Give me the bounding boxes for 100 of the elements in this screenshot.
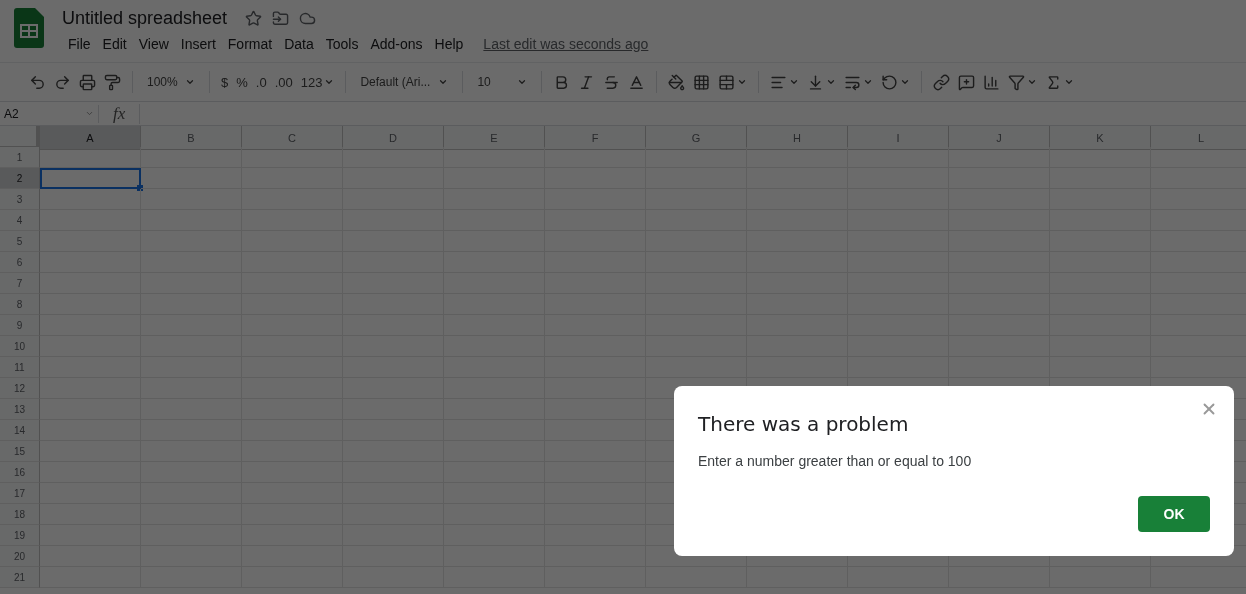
grid-cell[interactable]: [747, 147, 848, 168]
column-header[interactable]: B: [141, 126, 242, 150]
grid-cell[interactable]: [343, 147, 444, 168]
row-header[interactable]: 14: [0, 420, 40, 441]
grid-cell[interactable]: [40, 483, 141, 504]
menu-item[interactable]: Data: [278, 36, 320, 52]
grid-cell[interactable]: [40, 147, 141, 168]
caret-icon: [826, 77, 837, 87]
grid-cell[interactable]: [1050, 147, 1151, 168]
column-header[interactable]: H: [747, 126, 848, 150]
column-header[interactable]: D: [343, 126, 444, 150]
column-header[interactable]: E: [444, 126, 545, 150]
grid-cell[interactable]: [40, 315, 141, 336]
grid-cell[interactable]: [40, 462, 141, 483]
caret-icon: [863, 77, 874, 87]
grid-cell[interactable]: [848, 147, 949, 168]
row-header[interactable]: 13: [0, 399, 40, 420]
grid-cell[interactable]: [40, 546, 141, 567]
more-formats-button[interactable]: 123: [297, 69, 338, 95]
rotate-text-icon: [881, 73, 899, 91]
row-header[interactable]: 3: [0, 189, 40, 210]
caret-icon: [737, 77, 748, 87]
caret-icon: [438, 77, 449, 87]
percent-button[interactable]: %: [233, 69, 251, 95]
row-header[interactable]: 21: [0, 567, 40, 588]
column-header[interactable]: J: [949, 126, 1050, 150]
column-header[interactable]: C: [242, 126, 343, 150]
grid-cell[interactable]: [40, 378, 141, 399]
row-header[interactable]: 17: [0, 483, 40, 504]
row-header[interactable]: 19: [0, 525, 40, 546]
grid-cell[interactable]: [40, 441, 141, 462]
grid-cell[interactable]: [40, 504, 141, 525]
decrease-decimals-button[interactable]: .0: [252, 69, 270, 95]
ok-button[interactable]: OK: [1138, 496, 1210, 532]
column-header[interactable]: G: [646, 126, 747, 150]
grid-cell[interactable]: [141, 147, 242, 168]
grid-cell[interactable]: [40, 336, 141, 357]
grid-cell[interactable]: [40, 357, 141, 378]
row-header[interactable]: 11: [0, 357, 40, 378]
fx-label: fx: [99, 103, 141, 124]
star-icon[interactable]: [245, 10, 263, 27]
caret-icon: [900, 77, 911, 87]
grid-cell[interactable]: [40, 567, 141, 588]
name-box[interactable]: A2: [0, 104, 99, 123]
column-header[interactable]: A: [40, 126, 141, 150]
last-edit-link[interactable]: Last edit was seconds ago: [483, 36, 649, 52]
grid-cell[interactable]: [40, 231, 141, 252]
grid-cell[interactable]: [242, 147, 343, 168]
row-header[interactable]: 2: [0, 168, 40, 189]
row-header[interactable]: 20: [0, 546, 40, 567]
grid-cell[interactable]: [141, 189, 242, 210]
row-header[interactable]: 10: [0, 336, 40, 357]
fill-handle[interactable]: [137, 185, 143, 191]
row-header[interactable]: 1: [0, 147, 40, 168]
row-header[interactable]: 8: [0, 294, 40, 315]
dialog-message: Enter a number greater than or equal to 100: [698, 453, 973, 469]
folder-icon[interactable]: [272, 10, 290, 27]
grid-cell[interactable]: [40, 525, 141, 546]
row-header[interactable]: 4: [0, 210, 40, 231]
grid-cell[interactable]: [40, 168, 141, 189]
grid-cell[interactable]: [40, 189, 141, 210]
grid-cell[interactable]: [40, 252, 141, 273]
grid-cell[interactable]: [949, 147, 1050, 168]
menu-item[interactable]: View: [132, 36, 175, 52]
dialog-title: There was a problem: [698, 412, 910, 436]
menu-item[interactable]: Edit: [96, 36, 133, 52]
row-header[interactable]: 18: [0, 504, 40, 525]
currency-button[interactable]: $: [218, 69, 232, 95]
increase-decimals-button[interactable]: .00: [271, 69, 296, 95]
caret-icon: [324, 77, 335, 87]
menu-item[interactable]: Insert: [174, 36, 222, 52]
filter-icon: [1008, 73, 1026, 91]
grid-cell[interactable]: [545, 147, 646, 168]
font-dropdown[interactable]: Default (Ari...: [354, 69, 455, 95]
grid-cell[interactable]: [40, 294, 141, 315]
grid-cell[interactable]: [646, 147, 747, 168]
cloud-icon[interactable]: [299, 10, 317, 27]
sheets-logo-icon[interactable]: [14, 8, 44, 48]
menu-item[interactable]: Help: [428, 36, 470, 52]
grid-cell[interactable]: [444, 147, 545, 168]
caret-icon: [85, 109, 94, 118]
font-size-dropdown[interactable]: 10: [471, 69, 534, 95]
menu-item[interactable]: Add-ons: [364, 36, 429, 52]
row-header[interactable]: 5: [0, 231, 40, 252]
column-header[interactable]: K: [1050, 126, 1151, 150]
row-header[interactable]: 15: [0, 441, 40, 462]
document-title[interactable]: Untitled spreadsheet: [62, 8, 228, 29]
grid-cell[interactable]: [40, 420, 141, 441]
grid-cell[interactable]: [40, 399, 141, 420]
menu-item[interactable]: Tools: [319, 36, 365, 52]
row-header[interactable]: 12: [0, 378, 40, 399]
caret-icon: [517, 77, 528, 87]
menu-item[interactable]: Format: [221, 36, 279, 52]
menu-item[interactable]: File: [62, 36, 97, 52]
grid-cell[interactable]: [141, 168, 242, 189]
zoom-dropdown[interactable]: 100%: [141, 69, 201, 95]
grid-cell[interactable]: [40, 210, 141, 231]
row-header[interactable]: 16: [0, 462, 40, 483]
column-header[interactable]: F: [545, 126, 646, 150]
grid-cell[interactable]: [40, 273, 141, 294]
